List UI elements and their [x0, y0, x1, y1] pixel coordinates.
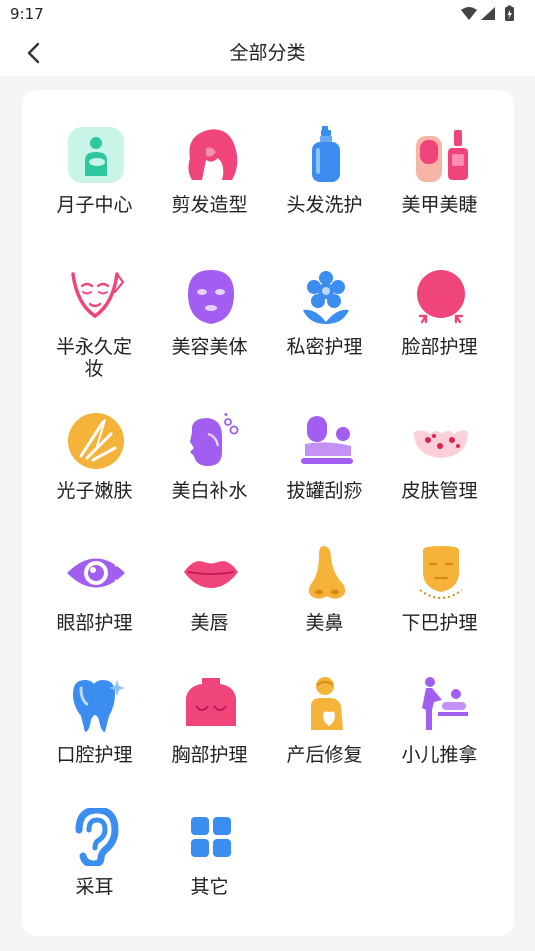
baby-massage-icon	[422, 677, 468, 730]
status-icons	[459, 5, 523, 23]
category-item-photon-rejuvenation[interactable]: 光子嫩肤	[37, 412, 152, 532]
lips-icon	[184, 561, 238, 588]
category-label: 月子中心	[56, 194, 133, 216]
category-item-beauty-body[interactable]: 美容美体	[152, 268, 267, 388]
face-hydration-icon	[190, 413, 239, 466]
postpartum-mother-icon	[68, 127, 124, 183]
page-title: 全部分类	[229, 42, 306, 64]
category-item-chin-care[interactable]: 下巴护理	[382, 544, 497, 664]
hair-styling-icon	[188, 129, 238, 180]
category-label: 小儿推拿	[401, 744, 478, 766]
flower-icon	[303, 271, 349, 324]
category-item-chest-care[interactable]: 胸部护理	[152, 676, 267, 796]
nose-icon	[308, 546, 346, 599]
category-label: 美甲美睫	[401, 194, 478, 216]
category-item-face-care[interactable]: 脸部护理	[382, 268, 497, 388]
category-label: 其它	[190, 876, 229, 898]
category-item-cupping-gua-sha[interactable]: 拔罐刮痧	[267, 412, 382, 532]
category-label: 口腔护理	[56, 744, 133, 766]
category-item-eye-care[interactable]: 眼部护理	[37, 544, 152, 664]
cupping-massage-icon	[301, 416, 353, 464]
category-item-skin-management[interactable]: 皮肤管理	[382, 412, 497, 532]
signal-icon	[481, 7, 495, 20]
nail-polish-icon	[416, 130, 468, 182]
category-item-hair-wash[interactable]: 头发洗护	[267, 126, 382, 246]
category-item-hair-styling[interactable]: 剪发造型	[152, 126, 267, 246]
photon-light-icon	[68, 413, 124, 469]
category-label: 半永久定妆	[55, 336, 132, 380]
postpartum-recovery-icon	[311, 677, 343, 730]
category-label: 产后修复	[286, 744, 363, 766]
permanent-makeup-face-icon	[71, 272, 125, 319]
ear-icon	[75, 808, 119, 866]
category-label: 美鼻	[305, 612, 344, 634]
tooth-icon	[73, 680, 125, 732]
category-item-lips[interactable]: 美唇	[152, 544, 267, 664]
category-label: 拔罐刮痧	[286, 480, 363, 502]
category-label: 眼部护理	[56, 612, 133, 634]
app-bar: 全部分类	[0, 30, 535, 76]
chin-icon	[419, 546, 463, 599]
grid-icon	[191, 817, 231, 857]
category-item-private-care[interactable]: 私密护理	[267, 268, 382, 388]
category-label: 胸部护理	[171, 744, 248, 766]
category-label: 光子嫩肤	[56, 480, 133, 502]
shampoo-bottle-icon	[312, 126, 340, 182]
category-item-permanent-makeup[interactable]: 半永久定妆	[37, 268, 152, 388]
face-care-icon	[417, 270, 465, 324]
category-item-other[interactable]: 其它	[152, 808, 267, 928]
category-item-nail-lash[interactable]: 美甲美睫	[382, 126, 497, 246]
eye-icon	[67, 558, 125, 588]
category-label: 脸部护理	[401, 336, 478, 358]
category-item-postpartum-center[interactable]: 月子中心	[37, 126, 152, 246]
status-time: 9:17	[10, 5, 44, 23]
category-label: 美唇	[190, 612, 229, 634]
category-label: 剪发造型	[171, 194, 248, 216]
category-item-ear-cleaning[interactable]: 采耳	[37, 808, 152, 928]
category-item-whitening-hydration[interactable]: 美白补水	[152, 412, 267, 532]
status-bar: 9:17	[0, 0, 535, 30]
category-label: 美容美体	[171, 336, 248, 358]
category-item-pediatric-massage[interactable]: 小儿推拿	[382, 676, 497, 796]
skin-care-icon	[414, 430, 468, 458]
category-item-oral-care[interactable]: 口腔护理	[37, 676, 152, 796]
category-label: 美白补水	[171, 480, 248, 502]
face-mask-icon	[188, 270, 234, 324]
category-label: 采耳	[75, 876, 114, 898]
category-label: 头发洗护	[286, 194, 363, 216]
category-item-nose[interactable]: 美鼻	[267, 544, 382, 664]
category-item-postpartum-recovery[interactable]: 产后修复	[267, 676, 382, 796]
wifi-icon	[461, 7, 477, 20]
category-label: 下巴护理	[401, 612, 478, 634]
category-label: 皮肤管理	[401, 480, 478, 502]
chest-icon	[186, 678, 236, 726]
category-label: 私密护理	[286, 336, 363, 358]
category-grid: 月子中心 剪发造型 头发洗护 美甲美睫 半永久定妆 美容美体 私密护理 脸部护理…	[22, 90, 514, 936]
battery-icon	[505, 5, 514, 21]
